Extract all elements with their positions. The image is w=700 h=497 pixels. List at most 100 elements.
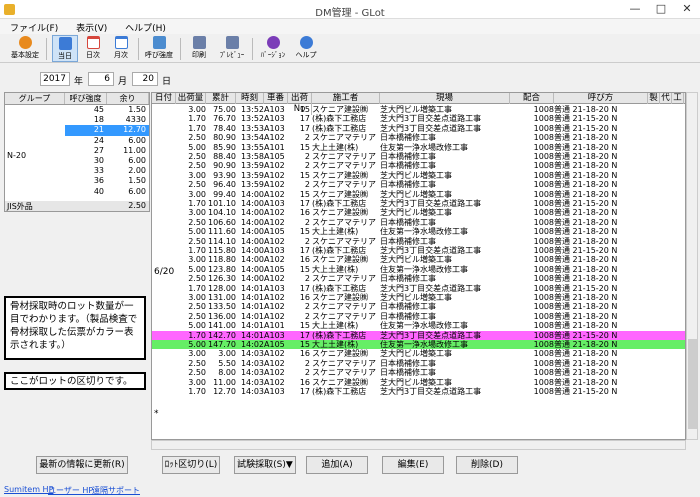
table-row[interactable]: 2.50 88.40 13:58 A105 2 スケニアマテリア 日本橋補修工事 1008 普通…	[152, 152, 685, 161]
user-link[interactable]: ユーザー HP	[48, 485, 93, 496]
date-bar: 2017 年 6 月 20 日	[0, 64, 700, 92]
grid-cell: 芝大門3丁目交差点道路工事	[380, 246, 482, 255]
grid-cell: 17	[299, 199, 310, 208]
daily-button[interactable]: 日次	[80, 35, 106, 62]
table-row[interactable]: 3.00 11.00 14:03 A102 16 スケニア建設㈱ 芝大門ビル増築工事 1008…	[152, 377, 685, 387]
grid-cell: 13:54	[240, 133, 264, 143]
table-row[interactable]: 1.70 115.80 14:00 A103 17 (株)森下工務店 芝大門3丁目交差点道路…	[152, 246, 685, 255]
grid-cell: 93.90	[213, 170, 236, 180]
print-button[interactable]: 印刷	[184, 35, 214, 62]
grid-cell: スケニアマテリア	[312, 311, 376, 321]
grid-cell: 15	[299, 264, 310, 274]
table-row[interactable]: 1.70 142.70 14:01 A103 17 (株)森下工務店 芝大門3丁目交差点道路…	[152, 330, 685, 340]
minimize-button[interactable]: —	[622, 0, 648, 19]
grid-cell: 1008	[533, 340, 554, 349]
table-row[interactable]: 2.50 96.40 13:59 A102 2 スケニアマテリア 日本橋補修工事 1008 普通…	[152, 180, 685, 189]
table-row[interactable]: 3.00 93.90 13:59 A102 15 スケニア建設㈱ 芝大門ビル増築工事 1008…	[152, 170, 685, 180]
menu-view[interactable]: 表示(V)	[66, 19, 112, 34]
table-row[interactable]: 2.50 114.10 14:00 A102 2 スケニアマテリア 日本橋補修工事 1008 普…	[152, 236, 685, 246]
basic-settings-button[interactable]: 基本設定	[8, 35, 42, 62]
table-row[interactable]: 2.50 106.60 14:00 A102 2 スケニアマテリア 日本橋補修工事 1008 普…	[152, 217, 685, 227]
summary-row[interactable]: 33 2.00	[5, 166, 149, 176]
grid-cell: 3.00	[188, 349, 206, 359]
table-row[interactable]: 1.70 76.70 13:52 A103 17 (株)森下工務店 芝大門3丁目交差点道路工…	[152, 114, 685, 124]
summary-row[interactable]: 36 1.50	[5, 176, 149, 186]
menu-file[interactable]: ファイル(F)	[0, 19, 63, 34]
grid-cell: 126.30	[208, 274, 236, 284]
monthly-button[interactable]: 月次	[108, 35, 134, 62]
summary-row[interactable]: 18 4330	[5, 115, 149, 125]
table-row[interactable]: 1.70 128.00 14:01 A103 17 (株)森下工務店 芝大門3丁目交差点道路…	[152, 283, 685, 293]
table-row[interactable]: 2.50 8.00 14:03 A102 2 スケニアマテリア 日本橋補修工事 1008 普通 …	[152, 368, 685, 378]
add-button[interactable]: 追加(A)	[306, 456, 368, 474]
summary-row[interactable]: 24 6.00	[5, 136, 149, 146]
grid-cell: (株)森下工務店	[312, 114, 367, 124]
grid-cell: 1008	[533, 368, 554, 378]
grid-cell: A102	[264, 161, 285, 171]
summary-row[interactable]: 40 6.00	[5, 187, 149, 197]
today-button[interactable]: 当日	[52, 35, 78, 62]
delete-button[interactable]: 削除(D)	[456, 456, 518, 474]
summary-row[interactable]: 30 6.00	[5, 156, 149, 166]
table-row[interactable]: 3.00 3.00 14:03 A102 16 スケニア建設㈱ 芝大門ビル増築工事 1008 普…	[152, 349, 685, 359]
grid-cell: 2.50	[188, 274, 206, 284]
table-row[interactable]: 1.70 12.70 14:03 A103 17 (株)森下工務店 芝大門3丁目交差点道路工…	[152, 387, 685, 396]
version-button[interactable]: ﾊﾞｰｼﾞｮﾝ	[256, 35, 290, 62]
grid-cell: 14:00	[240, 199, 264, 208]
table-row[interactable]: 2.50 80.90 13:54 A102 2 スケニアマテリア 日本橋補修工事 1008 普通…	[152, 133, 685, 143]
table-row[interactable]: 3.00 99.40 14:00 A102 15 スケニア建設㈱ 芝大門ビル増築工事 1008…	[152, 190, 685, 199]
sumitem-link[interactable]: Sumitem HP	[4, 485, 53, 494]
grid-cell: スケニアマテリア	[312, 152, 376, 161]
grid-cell: 普通 21-18-20 N	[554, 133, 618, 143]
summary-row[interactable]: 45 1.50	[5, 105, 149, 115]
lot-separator-button[interactable]: ﾛｯﾄ区切り(L)	[162, 456, 220, 474]
help-button[interactable]: ヘルプ	[292, 35, 320, 62]
horizontal-scrollbar[interactable]	[151, 440, 686, 450]
grid-cell: 普通 21-18-20 N	[554, 217, 618, 227]
grid-cell: 1008	[533, 236, 554, 246]
table-row[interactable]: 5.00 111.60 14:00 A105 15 大上土建(株) 住友第一浄水場改修工事 1…	[152, 227, 685, 237]
table-row[interactable]: 2.50 90.90 13:59 A102 2 スケニアマテリア 日本橋補修工事 1008 普通…	[152, 161, 685, 171]
table-row[interactable]: 1.70 101.10 14:00 A103 17 (株)森下工務店 芝大門3丁目交差点道路…	[152, 199, 685, 208]
grid-cell: 14:03	[240, 377, 264, 387]
grid-cell: 11.00	[213, 377, 236, 387]
grid-cell: 3.00	[188, 170, 206, 180]
test-sampling-button[interactable]: 試験採取(S)▼	[234, 456, 296, 474]
summary-row[interactable]: 27 11.00	[5, 146, 149, 156]
table-row[interactable]: 3.00 75.00 13:52 A103 15 スケニア建設㈱ 芝大門ビル増築工事 1008…	[152, 105, 685, 114]
menu-bar: ファイル(F) 表示(V) ヘルプ(H)	[0, 19, 700, 34]
table-row[interactable]: 2.50 136.00 14:01 A102 2 スケニアマテリア 日本橋補修工事 1008 普…	[152, 311, 685, 321]
close-button[interactable]: ✕	[674, 0, 700, 19]
edit-button[interactable]: 編集(E)	[382, 456, 444, 474]
table-row[interactable]: 3.00 118.80 14:00 A102 16 スケニア建設㈱ 芝大門ビル増築工事 100…	[152, 255, 685, 264]
table-row[interactable]: 2.50 133.50 14:01 A102 2 スケニアマテリア 日本橋補修工事 1008 普…	[152, 302, 685, 311]
table-row[interactable]: 5.00 147.70 14:02 A105 15 大上土建(株) 住友第一浄水場改修工事 1…	[152, 340, 685, 350]
grid-cell: 15	[299, 105, 310, 114]
grid-cell: 普通 21-18-20 N	[554, 227, 618, 237]
grid-cell: A103	[264, 283, 285, 293]
preview-button[interactable]: ﾌﾟﾚﾋﾞｭｰ	[216, 35, 248, 62]
year-input[interactable]: 2017	[40, 72, 70, 86]
vertical-scrollbar[interactable]	[686, 92, 698, 440]
table-row[interactable]: 3.00 104.10 14:00 A102 16 スケニア建設㈱ 芝大門ビル増築工事 100…	[152, 208, 685, 217]
refresh-button[interactable]: 最新の情報に更新(R)	[36, 456, 128, 474]
table-row[interactable]: 2.50 5.50 14:03 A102 2 スケニアマテリア 日本橋補修工事 1008 普通 …	[152, 359, 685, 368]
grid-cell: A103	[264, 105, 285, 114]
maximize-button[interactable]: □	[648, 0, 674, 19]
menu-help[interactable]: ヘルプ(H)	[115, 19, 171, 34]
remote-support-link[interactable]: 遠隔サポート	[92, 485, 140, 496]
table-row[interactable]: 1.70 78.40 13:53 A103 17 (株)森下工務店 芝大門3丁目交差点道路工…	[152, 123, 685, 133]
table-row[interactable]: 5.00 141.00 14:01 A101 15 大上土建(株) 住友第一浄水場改修工事 1…	[152, 321, 685, 330]
table-row[interactable]: 5.00 123.80 14:00 A105 15 大上土建(株) 住友第一浄水場改修工事 1…	[152, 264, 685, 274]
grid-cell: 1008	[533, 123, 554, 133]
strength-button[interactable]: 呼び強度	[142, 35, 176, 62]
table-row[interactable]: 2.50 126.30 14:00 A102 2 スケニアマテリア 日本橋補修工事 1008 普…	[152, 274, 685, 284]
month-input[interactable]: 6	[88, 72, 114, 86]
summary-row[interactable]: 21 12.70	[5, 125, 149, 136]
table-row[interactable]: 5.00 85.90 13:55 A101 15 大上土建(株) 住友第一浄水場改修工事 10…	[152, 143, 685, 152]
day-input[interactable]: 20	[132, 72, 158, 86]
grid-cell: A102	[264, 170, 285, 180]
scroll-thumb[interactable]	[688, 339, 697, 429]
table-row[interactable]: 3.00 131.00 14:01 A102 16 スケニア建設㈱ 芝大門ビル増築工事 100…	[152, 293, 685, 302]
grid-cell: 2	[304, 236, 310, 246]
